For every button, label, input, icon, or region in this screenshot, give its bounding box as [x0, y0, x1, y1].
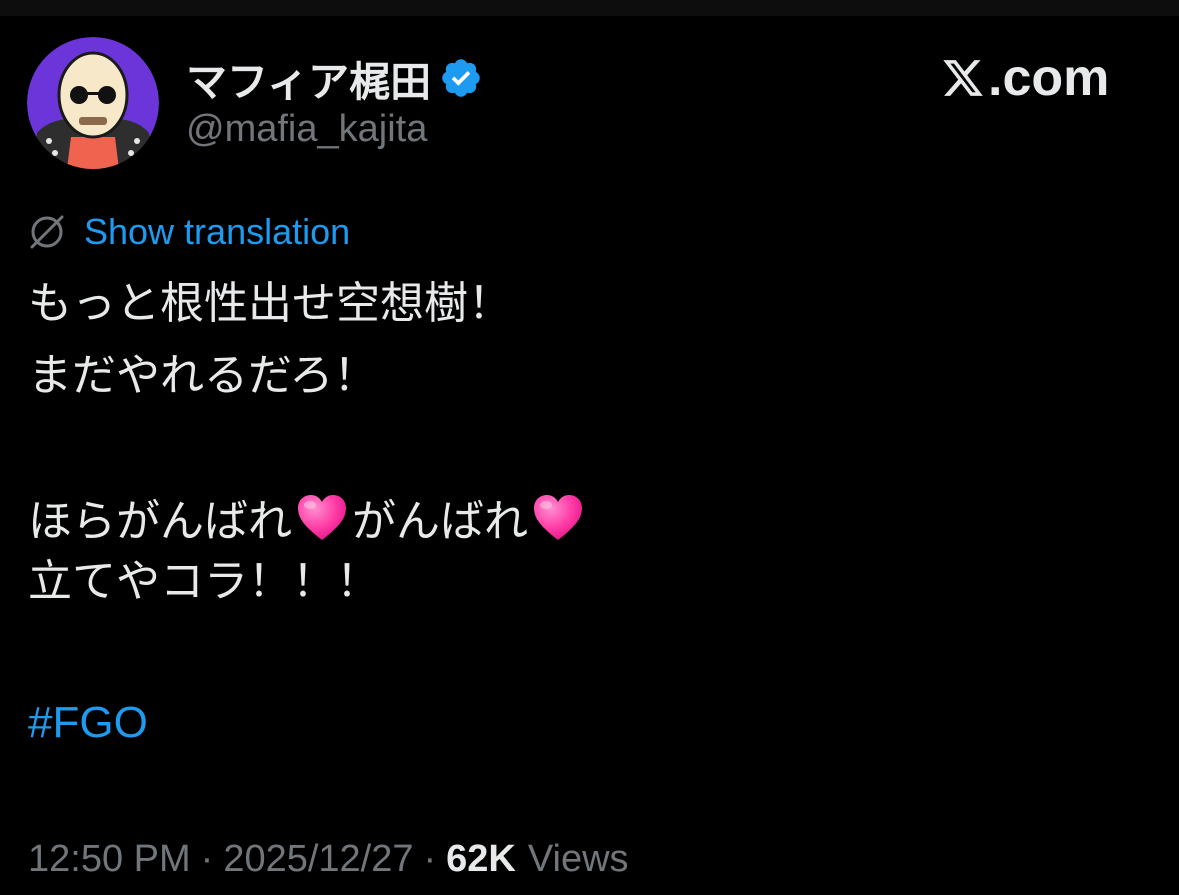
tweet-line-1: もっと根性出せ空想樹！: [28, 278, 512, 329]
x-logo-icon: [940, 56, 986, 100]
pink-heart-icon: [294, 490, 350, 546]
tweet-line-2: まだやれるだろ！: [28, 350, 378, 401]
avatar-illustration: [27, 37, 159, 169]
views-label: Views: [527, 837, 629, 880]
top-status-strip: [0, 0, 1179, 16]
x-domain-text: .com: [988, 49, 1110, 107]
show-translation-link[interactable]: Show translation: [84, 211, 350, 253]
pink-heart-icon: [530, 490, 586, 546]
tweet-time[interactable]: 12:50 PM: [28, 838, 191, 881]
tweet-line-3-part-2: がんばれ: [352, 496, 528, 547]
meta-separator: ·: [200, 837, 214, 880]
tweet-line-3: ほらがんばれ がんばれ: [28, 490, 588, 546]
globe-icon: [28, 213, 66, 251]
view-count: 62K: [446, 837, 516, 880]
tweet-line-4: 立てやコラ！！！: [28, 556, 380, 607]
author-name-row[interactable]: マフィア梶田: [186, 50, 483, 106]
tweet-meta: 12:50 PM · 2025/12/27 · 62K Views: [28, 836, 629, 882]
display-name[interactable]: マフィア梶田: [186, 48, 431, 108]
tweet-date[interactable]: 2025/12/27: [223, 838, 413, 881]
translation-row[interactable]: Show translation: [28, 210, 350, 254]
verified-badge-icon: [439, 56, 483, 100]
meta-separator: ·: [423, 837, 437, 880]
avatar[interactable]: [27, 37, 159, 169]
tweet-line-3-part-1: ほらがんばれ: [28, 496, 292, 547]
x-brand: .com: [940, 46, 1109, 110]
hashtag-link[interactable]: #FGO: [28, 698, 148, 748]
author-handle[interactable]: @mafia_kajita: [186, 108, 427, 151]
